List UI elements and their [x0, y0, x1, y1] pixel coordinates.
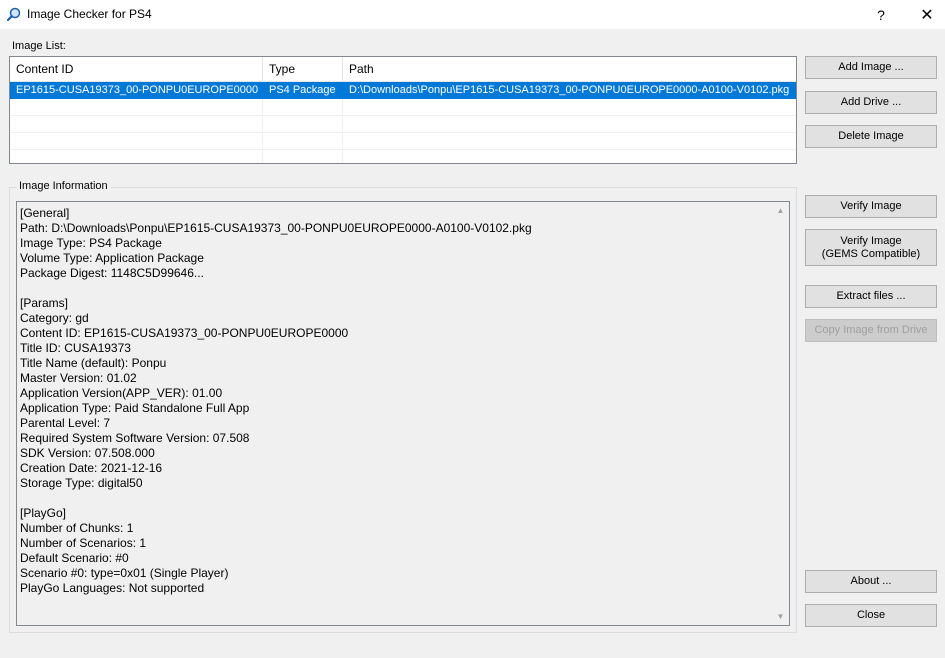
image-information-text[interactable]: [General] Path: D:\Downloads\Ponpu\EP1615… [16, 201, 790, 626]
info-line: Title ID: CUSA19373 [20, 341, 131, 355]
info-line: Content ID: EP1615-CUSA19373_00-PONPU0EU… [20, 326, 349, 340]
info-line: Title Name (default): Ponpu [20, 356, 167, 370]
verify-image-button[interactable]: Verify Image [805, 195, 937, 218]
info-line: Package Digest: 1148C5D99646... [20, 266, 204, 280]
scroll-down-arrow-icon[interactable]: ▼ [772, 608, 789, 625]
cell-content-id: EP1615-CUSA19373_00-PONPU0EUROPE0000 [16, 84, 259, 96]
info-line: Default Scenario: #0 [20, 551, 129, 565]
info-line: Storage Type: digital50 [20, 476, 143, 490]
scroll-up-arrow-icon[interactable]: ▲ [772, 202, 789, 219]
image-list[interactable]: Content ID Type Path EP1615-CUSA19373_00… [9, 56, 797, 164]
info-line: PlayGo Languages: Not supported [20, 581, 205, 595]
image-information-label: Image Information [16, 180, 111, 192]
empty-row [10, 133, 796, 150]
verify-gems-label-line1: Verify Image [840, 234, 902, 247]
image-list-header: Content ID Type Path [10, 57, 796, 82]
info-text-content: [General] Path: D:\Downloads\Ponpu\EP1615… [20, 206, 765, 596]
verify-gems-label-line2: (GEMS Compatible) [821, 247, 921, 260]
info-line: SDK Version: 07.508.000 [20, 446, 155, 460]
add-image-button[interactable]: Add Image ... [805, 56, 937, 79]
empty-row [10, 99, 796, 116]
info-line: Master Version: 01.02 [20, 371, 137, 385]
help-button[interactable]: ? [858, 0, 904, 29]
magnifier-app-icon [6, 6, 22, 22]
info-line: Creation Date: 2021-12-16 [20, 461, 163, 475]
column-header-type[interactable]: Type [263, 57, 343, 81]
table-row[interactable]: EP1615-CUSA19373_00-PONPU0EUROPE0000 PS4… [10, 82, 796, 99]
info-line: Number of Chunks: 1 [20, 521, 134, 535]
info-line: Image Type: PS4 Package [20, 236, 162, 250]
info-line: Category: gd [20, 311, 89, 325]
close-window-button[interactable]: ✕ [904, 0, 945, 29]
window-title: Image Checker for PS4 [27, 7, 152, 21]
cell-path: D:\Downloads\Ponpu\EP1615-CUSA19373_00-P… [349, 84, 790, 96]
delete-image-button[interactable]: Delete Image [805, 125, 937, 148]
extract-files-button[interactable]: Extract files ... [805, 285, 937, 308]
info-line: Application Version(APP_VER): 01.00 [20, 386, 223, 400]
info-line: Application Type: Paid Standalone Full A… [20, 401, 250, 415]
about-button[interactable]: About ... [805, 570, 937, 593]
verify-image-gems-button[interactable]: Verify Image (GEMS Compatible) [805, 229, 937, 266]
info-line: Scenario #0: type=0x01 (Single Player) [20, 566, 229, 580]
column-header-path[interactable]: Path [343, 57, 796, 81]
info-line: [Params] [20, 296, 69, 310]
info-line: Parental Level: 7 [20, 416, 111, 430]
add-drive-button[interactable]: Add Drive ... [805, 91, 937, 114]
image-list-label: Image List: [12, 40, 66, 52]
info-line [20, 491, 765, 506]
vertical-scrollbar[interactable]: ▲ ▼ [772, 202, 789, 625]
title-bar: Image Checker for PS4 ? ✕ [0, 0, 945, 29]
copy-image-from-drive-button[interactable]: Copy Image from Drive [805, 319, 937, 342]
info-line: Volume Type: Application Package [20, 251, 204, 265]
info-line [20, 281, 765, 296]
close-button[interactable]: Close [805, 604, 937, 627]
info-line: [PlayGo] [20, 506, 67, 520]
empty-row [10, 116, 796, 133]
info-line: Number of Scenarios: 1 [20, 536, 147, 550]
info-line: [General] [20, 206, 70, 220]
column-header-content-id[interactable]: Content ID [10, 57, 263, 81]
info-line: Required System Software Version: 07.508 [20, 431, 250, 445]
info-line: Path: D:\Downloads\Ponpu\EP1615-CUSA1937… [20, 221, 532, 235]
cell-type: PS4 Package [269, 84, 336, 96]
